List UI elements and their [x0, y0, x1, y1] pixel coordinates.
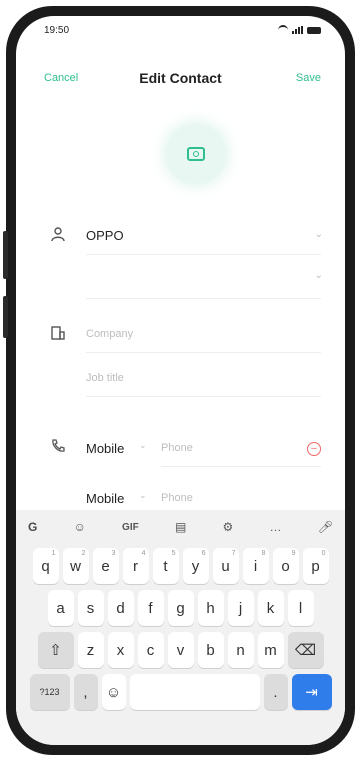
phone-icon: [50, 438, 70, 458]
key-j[interactable]: j: [227, 590, 254, 626]
key-i[interactable]: i8: [242, 548, 269, 584]
key-hint: 9: [291, 550, 296, 557]
volume-button: [3, 231, 8, 279]
name-row: OPPO ⌄: [16, 224, 345, 248]
key-a[interactable]: a: [47, 590, 74, 626]
key-v[interactable]: v: [167, 632, 194, 668]
key-hint: 4: [141, 550, 146, 557]
company-field[interactable]: Company: [86, 328, 133, 340]
key-u[interactable]: u7: [212, 548, 239, 584]
status-time: 19:50: [44, 25, 70, 36]
key-p[interactable]: p0: [302, 548, 329, 584]
clipboard-icon[interactable]: ▤: [175, 520, 186, 534]
status-bar: 19:50: [16, 16, 345, 42]
name-extra-row: ⌄: [16, 268, 345, 290]
job-title-row: Job title: [16, 368, 345, 390]
mic-icon[interactable]: 🎤︎: [318, 520, 333, 534]
period-key[interactable]: .: [263, 674, 288, 710]
battery-icon: [307, 26, 321, 34]
phone-field[interactable]: Phone: [161, 442, 193, 454]
key-w[interactable]: w2: [62, 548, 89, 584]
key-q[interactable]: q1: [32, 548, 59, 584]
key-l[interactable]: l: [287, 590, 314, 626]
chevron-down-icon[interactable]: ⌄: [315, 229, 323, 240]
add-photo-button[interactable]: [166, 124, 226, 184]
key-k[interactable]: k: [257, 590, 284, 626]
divider: [86, 352, 321, 353]
person-icon: [50, 226, 70, 246]
key-g[interactable]: g: [167, 590, 194, 626]
remove-icon[interactable]: –: [307, 442, 321, 456]
phone-row: Mobile ⌄ Phone: [16, 486, 345, 510]
power-button: [3, 296, 8, 338]
key-c[interactable]: c: [137, 632, 164, 668]
chevron-down-icon[interactable]: ⌄: [315, 270, 323, 281]
comma-key[interactable]: ,: [73, 674, 98, 710]
wifi-icon: [278, 25, 288, 35]
key-h[interactable]: h: [197, 590, 224, 626]
key-b[interactable]: b: [197, 632, 224, 668]
keyboard-toolbar: G ☺ GIF ▤ ⚙ … 🎤︎: [16, 510, 345, 544]
shift-key[interactable]: ⇧: [37, 632, 74, 668]
key-n[interactable]: n: [227, 632, 254, 668]
chevron-down-icon[interactable]: ⌄: [139, 490, 147, 501]
key-r[interactable]: r4: [122, 548, 149, 584]
key-d[interactable]: d: [107, 590, 134, 626]
key-hint: 6: [201, 550, 206, 557]
divider: [161, 466, 321, 467]
backspace-key[interactable]: ⌫: [287, 632, 324, 668]
space-key[interactable]: [129, 674, 260, 710]
key-t[interactable]: t5: [152, 548, 179, 584]
key-s[interactable]: s: [77, 590, 104, 626]
divider: [86, 396, 321, 397]
key-hint: 2: [81, 550, 86, 557]
gif-button[interactable]: GIF: [122, 522, 139, 533]
key-z[interactable]: z: [77, 632, 104, 668]
google-icon[interactable]: G: [28, 520, 37, 534]
chevron-down-icon[interactable]: ⌄: [139, 440, 147, 451]
key-row-2: asdfghjkl: [16, 590, 345, 626]
signal-icon: [292, 26, 303, 34]
phone-label[interactable]: Mobile: [86, 441, 124, 456]
keyboard: G ☺ GIF ▤ ⚙ … 🎤︎ q1w2e3r4t5y6u7i8o9p0 as…: [16, 510, 345, 745]
key-hint: 3: [111, 550, 116, 557]
key-row-1: q1w2e3r4t5y6u7i8o9p0: [16, 548, 345, 584]
phone-field[interactable]: Phone: [161, 492, 193, 504]
key-e[interactable]: e3: [92, 548, 119, 584]
divider: [86, 298, 321, 299]
company-row: Company: [16, 324, 345, 346]
phone-label[interactable]: Mobile: [86, 491, 124, 506]
key-hint: 0: [321, 550, 326, 557]
save-button[interactable]: Save: [296, 72, 321, 84]
settings-icon[interactable]: ⚙: [223, 520, 234, 534]
job-title-field[interactable]: Job title: [86, 372, 124, 384]
divider: [86, 254, 321, 255]
key-row-3: ⇧ zxcvbnm ⌫: [16, 632, 345, 668]
emoji-key[interactable]: ☺: [101, 674, 126, 710]
key-hint: 7: [231, 550, 236, 557]
key-x[interactable]: x: [107, 632, 134, 668]
phone-frame: 19:50 Cancel Edit Contact Save OPPO ⌄ ⌄ …: [3, 6, 355, 755]
key-row-4: ?123 , ☺ . ⇥: [16, 674, 345, 710]
top-nav: Cancel Edit Contact Save: [16, 70, 345, 92]
camera-icon: [187, 147, 205, 161]
key-hint: 1: [51, 550, 56, 557]
next-key[interactable]: ⇥: [291, 674, 332, 710]
phone-row: Mobile ⌄ Phone –: [16, 436, 345, 460]
sticker-icon[interactable]: ☺: [74, 520, 86, 534]
status-icons: [278, 25, 321, 35]
company-icon: [50, 325, 70, 345]
key-y[interactable]: y6: [182, 548, 209, 584]
key-hint: 5: [171, 550, 176, 557]
key-m[interactable]: m: [257, 632, 284, 668]
screen: 19:50 Cancel Edit Contact Save OPPO ⌄ ⌄ …: [16, 16, 345, 745]
symbols-key[interactable]: ?123: [29, 674, 70, 710]
name-field[interactable]: OPPO: [86, 228, 124, 243]
more-icon[interactable]: …: [269, 520, 281, 534]
key-f[interactable]: f: [137, 590, 164, 626]
key-o[interactable]: o9: [272, 548, 299, 584]
key-hint: 8: [261, 550, 266, 557]
